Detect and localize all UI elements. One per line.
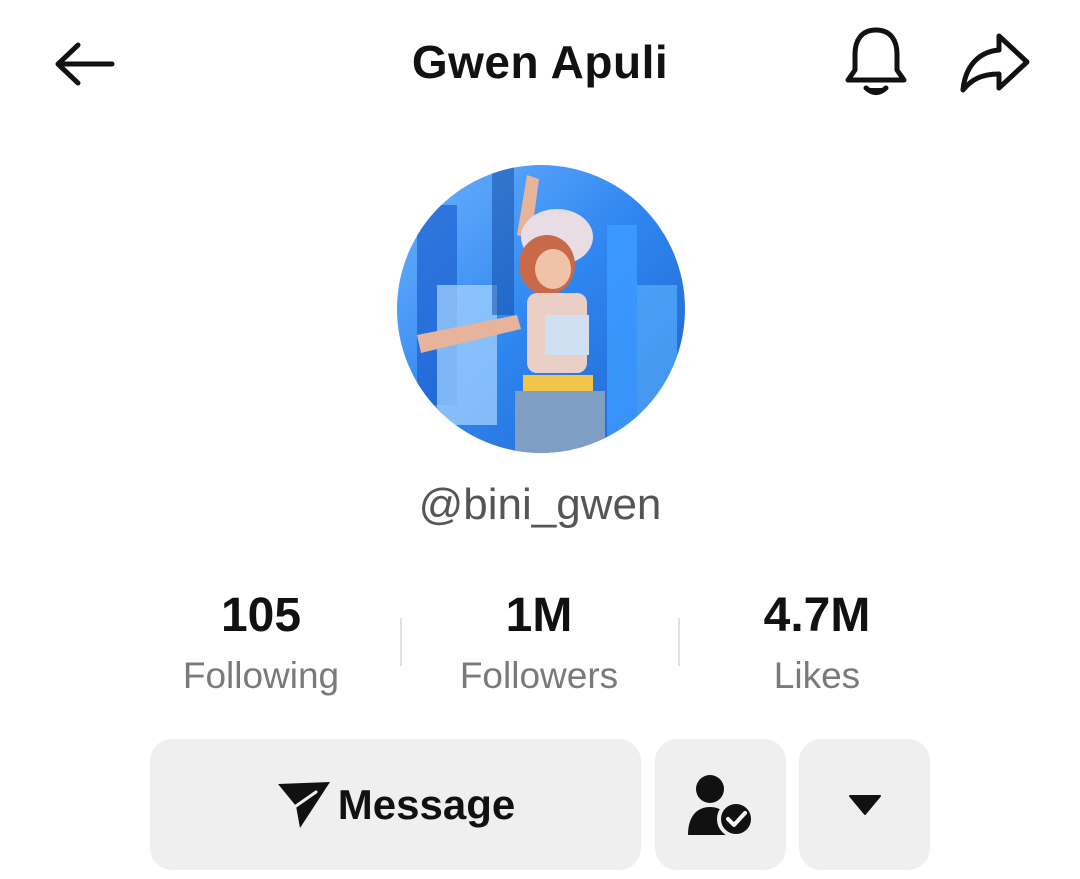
bell-icon xyxy=(845,27,907,95)
stat-following[interactable]: 105 Following xyxy=(122,588,400,708)
user-check-icon xyxy=(687,774,755,837)
followers-label: Followers xyxy=(459,655,619,696)
message-button-label: Message xyxy=(337,780,516,828)
top-bar: Gwen Apuli xyxy=(0,0,1080,130)
likes-count: 4.7M xyxy=(763,589,871,642)
following-count: 105 xyxy=(220,589,302,642)
caret-down-icon xyxy=(848,794,881,815)
stat-followers[interactable]: 1M Followers xyxy=(400,588,678,708)
notification-button[interactable] xyxy=(836,22,916,102)
send-icon xyxy=(277,781,330,828)
back-button[interactable] xyxy=(44,28,124,100)
message-button[interactable]: Message xyxy=(150,739,641,870)
more-options-button[interactable] xyxy=(799,739,930,870)
stat-divider xyxy=(400,618,402,666)
page-title: Gwen Apuli xyxy=(411,36,669,88)
username-handle: @bini_gwen xyxy=(418,480,662,529)
following-label: Following xyxy=(182,655,340,696)
profile-photo xyxy=(397,165,685,453)
following-status-button[interactable] xyxy=(655,739,786,870)
share-button[interactable] xyxy=(952,22,1038,102)
followers-count: 1M xyxy=(505,589,573,642)
share-arrow-icon xyxy=(960,33,1030,93)
avatar[interactable] xyxy=(397,165,685,453)
stat-likes[interactable]: 4.7M Likes xyxy=(678,588,956,708)
arrow-left-icon xyxy=(55,42,115,86)
stat-divider xyxy=(678,618,680,666)
stats-row: 105 Following 1M Followers 4.7M Likes xyxy=(122,588,958,708)
likes-label: Likes xyxy=(773,655,861,696)
